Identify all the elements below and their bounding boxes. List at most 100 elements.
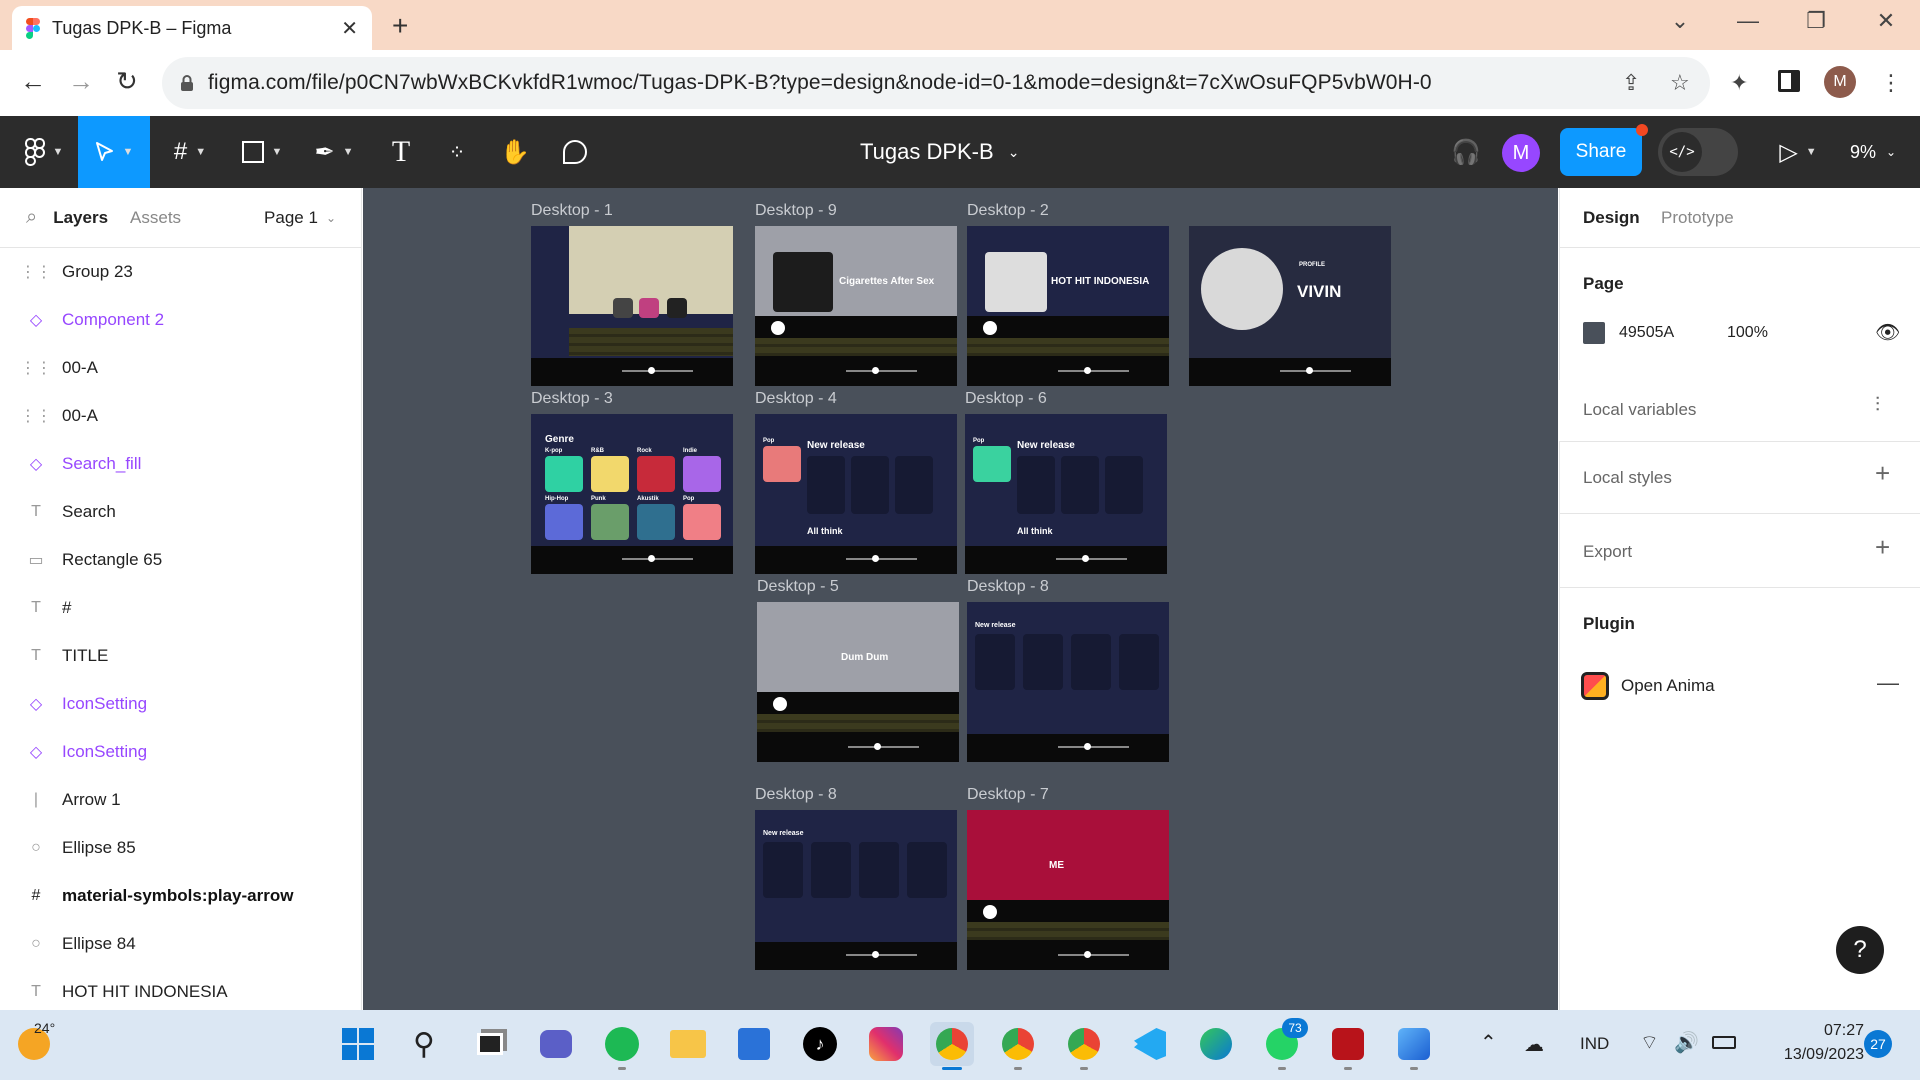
local-variables-row[interactable]: Local variables ⫶ <box>1559 380 1920 442</box>
notification-badge[interactable]: 27 <box>1864 1030 1892 1058</box>
page-selector[interactable]: Page 1 <box>264 208 318 228</box>
clock-date[interactable]: 13/09/2023 <box>1762 1046 1864 1064</box>
layer-row[interactable]: ◇ IconSetting <box>0 728 362 776</box>
teams-chat-icon[interactable] <box>534 1022 578 1066</box>
genre-card[interactable] <box>545 456 583 492</box>
genre-card[interactable] <box>637 456 675 492</box>
tab-search-icon[interactable]: ⌄ <box>1660 8 1700 34</box>
frame-desktop-2[interactable]: HOT HIT INDONESIA <box>967 226 1169 386</box>
clock-time[interactable]: 07:27 <box>1784 1022 1864 1040</box>
frame-label[interactable]: Desktop - 7 <box>967 786 1049 804</box>
zoom-dropdown[interactable]: 9% ⌄ <box>1850 116 1896 188</box>
taskbar-search-icon[interactable]: ⚲ <box>402 1022 446 1066</box>
frame-desktop-5[interactable]: Dum Dum <box>757 602 959 762</box>
plugin-name[interactable]: Open Anima <box>1621 676 1715 696</box>
tab-prototype[interactable]: Prototype <box>1661 208 1734 228</box>
spotify-icon[interactable] <box>600 1022 644 1066</box>
frame-label[interactable]: Desktop - 4 <box>755 390 837 408</box>
move-tool-button[interactable]: ▼ <box>78 116 150 188</box>
browser-tab[interactable]: Tugas DPK-B – Figma ✕ <box>12 6 372 50</box>
bookmark-star-icon[interactable]: ☆ <box>1670 70 1690 96</box>
frame-desktop-3[interactable]: Genre K-pop R&B Rock Indie Hip-Hop Punk Akusti… <box>531 414 733 574</box>
onedrive-cloud-icon[interactable]: ☁ <box>1524 1032 1544 1057</box>
hand-tool-button[interactable]: ✋ <box>492 116 538 188</box>
frame-label[interactable]: Desktop - 1 <box>531 202 613 220</box>
frame-label[interactable]: Desktop - 8 <box>967 578 1049 596</box>
frame-label[interactable]: Desktop - 6 <box>965 390 1047 408</box>
frame-desktop-4[interactable]: Pop New release All think <box>755 414 957 574</box>
layer-row[interactable]: ○ Ellipse 84 <box>0 920 362 968</box>
tiktok-icon[interactable]: ♪ <box>798 1022 842 1066</box>
window-close-button[interactable]: ✕ <box>1866 8 1906 34</box>
frame-label[interactable]: Desktop - 3 <box>531 390 613 408</box>
user-avatar[interactable]: M <box>1502 134 1540 172</box>
frame-desktop-1[interactable] <box>531 226 733 386</box>
genre-card[interactable] <box>545 504 583 540</box>
frame-label[interactable]: Desktop - 8 <box>755 786 837 804</box>
close-tab-icon[interactable]: ✕ <box>341 16 358 41</box>
frame-label[interactable]: Desktop - 5 <box>757 578 839 596</box>
photos-icon[interactable] <box>1392 1022 1436 1066</box>
page-color-swatch[interactable] <box>1583 322 1605 344</box>
windows-start-icon[interactable] <box>336 1022 380 1066</box>
layer-row[interactable]: # material-symbols:play-arrow <box>0 872 362 920</box>
tab-layers[interactable]: Layers <box>53 208 108 228</box>
side-panel-icon[interactable] <box>1778 70 1800 92</box>
layer-row[interactable]: ◇ IconSetting <box>0 680 362 728</box>
show-hidden-icons-chevron[interactable]: ⌃ <box>1480 1030 1497 1055</box>
layer-row[interactable]: T TITLE <box>0 632 362 680</box>
genre-card[interactable] <box>591 504 629 540</box>
frame-profile[interactable]: PROFILE VIVIN <box>1189 226 1391 386</box>
volume-icon[interactable]: 🔊 <box>1674 1030 1699 1055</box>
task-view-icon[interactable] <box>468 1022 512 1066</box>
share-page-icon[interactable]: ⇪ <box>1622 70 1640 96</box>
present-button[interactable]: ▷ ▼ <box>1768 116 1828 188</box>
layer-row[interactable]: ◇ Component 2 <box>0 296 362 344</box>
edge-icon[interactable] <box>1194 1022 1238 1066</box>
document-title[interactable]: Tugas DPK-B ⌄ <box>860 116 1019 188</box>
pen-tool-button[interactable]: ✒ ▼ <box>304 116 364 188</box>
chrome-menu-icon[interactable]: ⋮ <box>1880 70 1902 96</box>
restore-button[interactable]: ❐ <box>1796 8 1836 34</box>
new-tab-button[interactable]: + <box>392 10 408 42</box>
battery-icon[interactable] <box>1712 1036 1736 1049</box>
tab-assets[interactable]: Assets <box>130 208 181 228</box>
frame-desktop-7[interactable]: ME <box>967 810 1169 970</box>
layer-row[interactable]: ⋮⋮ Group 23 <box>0 248 362 296</box>
instagram-icon[interactable] <box>864 1022 908 1066</box>
layer-row[interactable]: ⋮⋮ 00-A <box>0 392 362 440</box>
genre-card[interactable] <box>637 504 675 540</box>
profile-avatar[interactable]: M <box>1824 66 1856 98</box>
add-style-plus-icon[interactable]: + <box>1875 458 1890 489</box>
main-menu-button[interactable]: ▼ <box>14 116 74 188</box>
frame-desktop-8[interactable]: New release <box>967 602 1169 762</box>
address-bar[interactable]: figma.com/file/p0CN7wbWxBCKvkfdR1wmoc/Tu… <box>162 57 1710 109</box>
layer-row[interactable]: ⋮⋮ 00-A <box>0 344 362 392</box>
power-app-icon[interactable] <box>1326 1022 1370 1066</box>
add-export-plus-icon[interactable]: + <box>1875 532 1890 563</box>
vscode-icon[interactable] <box>1128 1022 1172 1066</box>
frame-label[interactable]: Desktop - 2 <box>967 202 1049 220</box>
microsoft-store-icon[interactable] <box>732 1022 776 1066</box>
frame-desktop-8-copy[interactable]: New release <box>755 810 957 970</box>
file-explorer-icon[interactable] <box>666 1022 710 1066</box>
minimize-button[interactable]: — <box>1728 8 1768 34</box>
wifi-icon[interactable]: ⌔ <box>1640 1030 1659 1055</box>
layer-row[interactable]: T Search <box>0 488 362 536</box>
frame-tool-button[interactable]: # ▼ <box>160 116 220 188</box>
remove-plugin-minus-icon[interactable]: — <box>1877 670 1899 696</box>
help-question-button[interactable]: ? <box>1836 926 1884 974</box>
genre-card[interactable] <box>683 456 721 492</box>
chrome-profile-2-icon[interactable] <box>1062 1022 1106 1066</box>
layer-row[interactable]: ▭ Rectangle 65 <box>0 536 362 584</box>
search-icon[interactable]: ⌕ <box>26 206 37 229</box>
text-tool-button[interactable]: T <box>378 116 424 188</box>
audio-headphones-button[interactable]: 🎧 <box>1446 116 1486 188</box>
frame-desktop-6[interactable]: Pop New release All think <box>965 414 1167 574</box>
comment-tool-button[interactable] <box>552 116 598 188</box>
page-color-hex[interactable]: 49505A <box>1619 324 1674 342</box>
layer-row[interactable]: ○ Ellipse 85 <box>0 824 362 872</box>
eye-visibility-icon[interactable]: 👁 <box>1875 320 1900 345</box>
chrome-profile-icon[interactable] <box>996 1022 1040 1066</box>
layer-row[interactable]: T # <box>0 584 362 632</box>
